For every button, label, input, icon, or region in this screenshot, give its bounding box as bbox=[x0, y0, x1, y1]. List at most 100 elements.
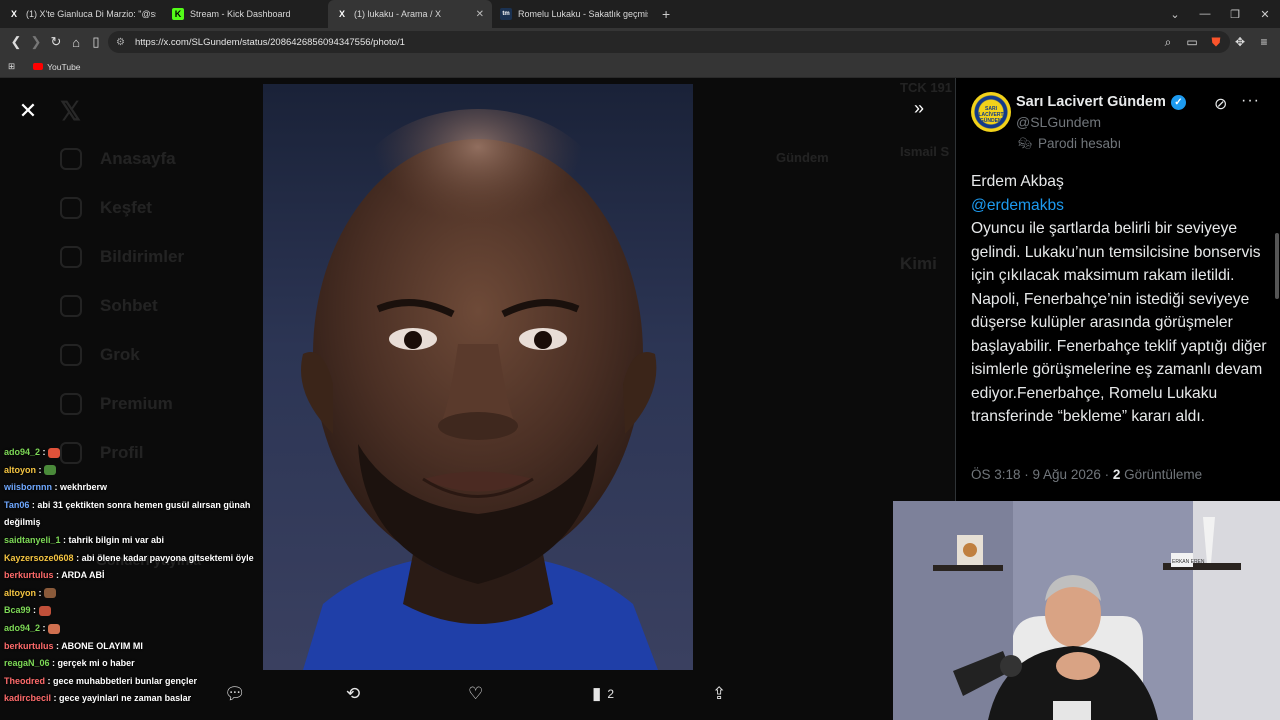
chat-text: gerçek mi o haber bbox=[57, 658, 135, 669]
tab-3-active[interactable]: X (1) lukaku - Arama / X ✕ bbox=[328, 0, 492, 28]
avatar[interactable]: SARI LACİVERT GÜNDEM bbox=[971, 92, 1011, 132]
chat-message: altoyon : bbox=[0, 585, 260, 603]
url-text: https://x.com/SLGundem/status/2086426856… bbox=[134, 36, 405, 48]
site-info-icon[interactable]: ⚙ bbox=[116, 37, 125, 48]
new-tab-icon[interactable]: + bbox=[662, 6, 670, 22]
chat-text: tahrik bilgin mi var abi bbox=[68, 534, 165, 545]
search-icon bbox=[60, 197, 82, 219]
chat-emote-icon bbox=[38, 605, 51, 616]
chat-username[interactable]: reagaN_06 bbox=[4, 658, 50, 668]
chat-text: ARDA ABİ bbox=[61, 570, 105, 581]
toolbar-icons: ⌕ ▭ ⛊ ✥ ≡ bbox=[1154, 28, 1274, 56]
chat-username[interactable]: ado94_2 bbox=[4, 447, 40, 457]
chat-username[interactable]: berkurtulus bbox=[4, 570, 54, 580]
bookmark-icon[interactable]: ▯ bbox=[86, 34, 106, 50]
views-count: 2 bbox=[607, 687, 615, 701]
menu-icon[interactable]: ≡ bbox=[1254, 35, 1274, 49]
extensions-icon[interactable]: ✥ bbox=[1230, 35, 1250, 49]
reload-icon[interactable]: ↻ bbox=[46, 34, 66, 50]
retweet-icon[interactable]: ⟲ bbox=[346, 684, 360, 704]
dimmed-text: Ismail S bbox=[900, 144, 950, 159]
home-icon[interactable]: ⌂ bbox=[66, 35, 86, 50]
brave-shield-icon[interactable]: ⛊ bbox=[1206, 35, 1226, 50]
nav-explore: Keşfet bbox=[60, 197, 152, 219]
author-name-row[interactable]: Sarı Lacivert Gündem ✓ bbox=[1016, 94, 1186, 110]
bookmark-youtube[interactable]: YouTube bbox=[33, 62, 81, 72]
chat-username[interactable]: Tan06 bbox=[4, 500, 29, 510]
webcam-sign: ERKAN EREN bbox=[1172, 559, 1205, 565]
chat-message: wiisbornnn : wekhrberw bbox=[0, 479, 260, 497]
chat-separator: : bbox=[30, 605, 39, 616]
grok-icon[interactable]: ⊘ bbox=[1214, 94, 1227, 114]
dimmed-text: Gündem bbox=[776, 150, 829, 165]
close-viewer-button[interactable]: ✕ bbox=[18, 98, 38, 124]
bar-chart-icon: ▮ bbox=[592, 684, 602, 703]
chat-emote-icon bbox=[48, 623, 61, 634]
quoted-name: Erdem Akbaş bbox=[971, 173, 1064, 190]
chat-text: abi 31 çektikten sonra hemen gusül alırs… bbox=[4, 499, 251, 528]
chat-username[interactable]: altoyon bbox=[4, 588, 36, 598]
tab-title: (1) lukaku - Arama / X bbox=[354, 9, 442, 19]
cast-icon[interactable]: ▭ bbox=[1182, 35, 1202, 49]
chat-username[interactable]: ado94_2 bbox=[4, 623, 40, 633]
chat-message: altoyon : bbox=[0, 462, 260, 480]
more-options-icon[interactable]: ··· bbox=[1241, 92, 1260, 110]
apps-grid-icon[interactable]: ⊞ bbox=[8, 61, 15, 72]
chat-text: gece muhabbetleri bunlar gençler bbox=[53, 675, 198, 686]
chat-username[interactable]: saidtanyeli_1 bbox=[4, 535, 61, 545]
address-bar[interactable]: ⚙ https://x.com/SLGundem/status/20864268… bbox=[108, 31, 1230, 53]
zoom-icon[interactable]: ⌕ bbox=[1158, 35, 1178, 50]
chat-separator: : bbox=[45, 675, 54, 686]
chat-emote-icon bbox=[48, 447, 61, 458]
tweet-photo[interactable] bbox=[263, 84, 693, 670]
tab-1[interactable]: X (1) X'te Gianluca Di Marzio: "@sscna bbox=[0, 0, 164, 28]
scrollbar[interactable] bbox=[1275, 233, 1279, 299]
views-stat[interactable]: ▮ 2 bbox=[592, 684, 614, 704]
nav-label: Anasayfa bbox=[100, 149, 176, 168]
mention-link[interactable]: @erdemakbs bbox=[971, 194, 1271, 218]
back-icon[interactable]: ❮ bbox=[6, 34, 26, 50]
stream-chat-overlay: ado94_2 : altoyon : wiisbornnn : wekhrbe… bbox=[0, 444, 260, 708]
chat-message: Theodred : gece muhabbetleri bunlar genç… bbox=[0, 673, 260, 691]
chat-text: ABONE OLAYIM MI bbox=[61, 640, 143, 651]
chat-username[interactable]: Kayzersoze0608 bbox=[4, 553, 74, 563]
close-tab-icon[interactable]: ✕ bbox=[476, 9, 484, 20]
tab-4[interactable]: tm Romelu Lukaku - Sakatlık geçmişi | Tr bbox=[492, 0, 656, 28]
minimize-icon[interactable]: — bbox=[1190, 8, 1220, 20]
nav-notifications: Bildirimler bbox=[60, 246, 184, 268]
maximize-icon[interactable]: ❐ bbox=[1220, 8, 1250, 21]
chat-separator: : bbox=[40, 447, 49, 457]
dimmed-text: TCK 191 bbox=[900, 80, 953, 95]
nav-label: Sohbet bbox=[100, 296, 158, 315]
browser-nav-bar: ❮ ❯ ↻ ⌂ ▯ ⚙ https://x.com/SLGundem/statu… bbox=[0, 28, 1280, 56]
forward-icon[interactable]: ❯ bbox=[26, 34, 46, 50]
share-icon[interactable]: ⇪ bbox=[712, 684, 726, 704]
chevron-down-icon[interactable]: ⌄ bbox=[1160, 8, 1190, 21]
chat-username[interactable]: berkurtulus bbox=[4, 641, 54, 651]
portrait-image bbox=[301, 109, 658, 670]
tab-title: Romelu Lukaku - Sakatlık geçmişi | Tr bbox=[518, 9, 648, 19]
close-window-icon[interactable]: ✕ bbox=[1250, 8, 1280, 21]
chat-separator: : bbox=[52, 482, 60, 493]
author-handle[interactable]: @SLGundem bbox=[1016, 114, 1101, 130]
chat-username[interactable]: Theodred bbox=[4, 676, 45, 686]
browser-tab-bar: X (1) X'te Gianluca Di Marzio: "@sscna K… bbox=[0, 0, 1280, 28]
chat-separator: : bbox=[51, 693, 60, 704]
nav-premium: Premium bbox=[60, 393, 173, 415]
chat-username[interactable]: kadircbecil bbox=[4, 693, 51, 703]
chat-message: Bca99 : bbox=[0, 602, 260, 620]
nav-grok: Grok bbox=[60, 344, 140, 366]
tab-2[interactable]: K Stream - Kick Dashboard bbox=[164, 0, 328, 28]
expand-panel-icon[interactable]: » bbox=[914, 98, 924, 119]
home-icon bbox=[60, 148, 82, 170]
bell-icon bbox=[60, 246, 82, 268]
chat-username[interactable]: wiisbornnn bbox=[4, 482, 52, 492]
chat-username[interactable]: Bca99 bbox=[4, 605, 31, 615]
tweet-time[interactable]: ÖS 3:18 · 9 Ağu 2026 · bbox=[971, 467, 1113, 482]
grok-icon bbox=[60, 344, 82, 366]
chat-separator: : bbox=[49, 658, 58, 669]
dimmed-heading: Kimi bbox=[900, 254, 937, 273]
chat-username[interactable]: altoyon bbox=[4, 465, 36, 475]
like-icon[interactable]: ♡ bbox=[468, 684, 483, 704]
tab-title: (1) X'te Gianluca Di Marzio: "@sscna bbox=[26, 9, 156, 19]
